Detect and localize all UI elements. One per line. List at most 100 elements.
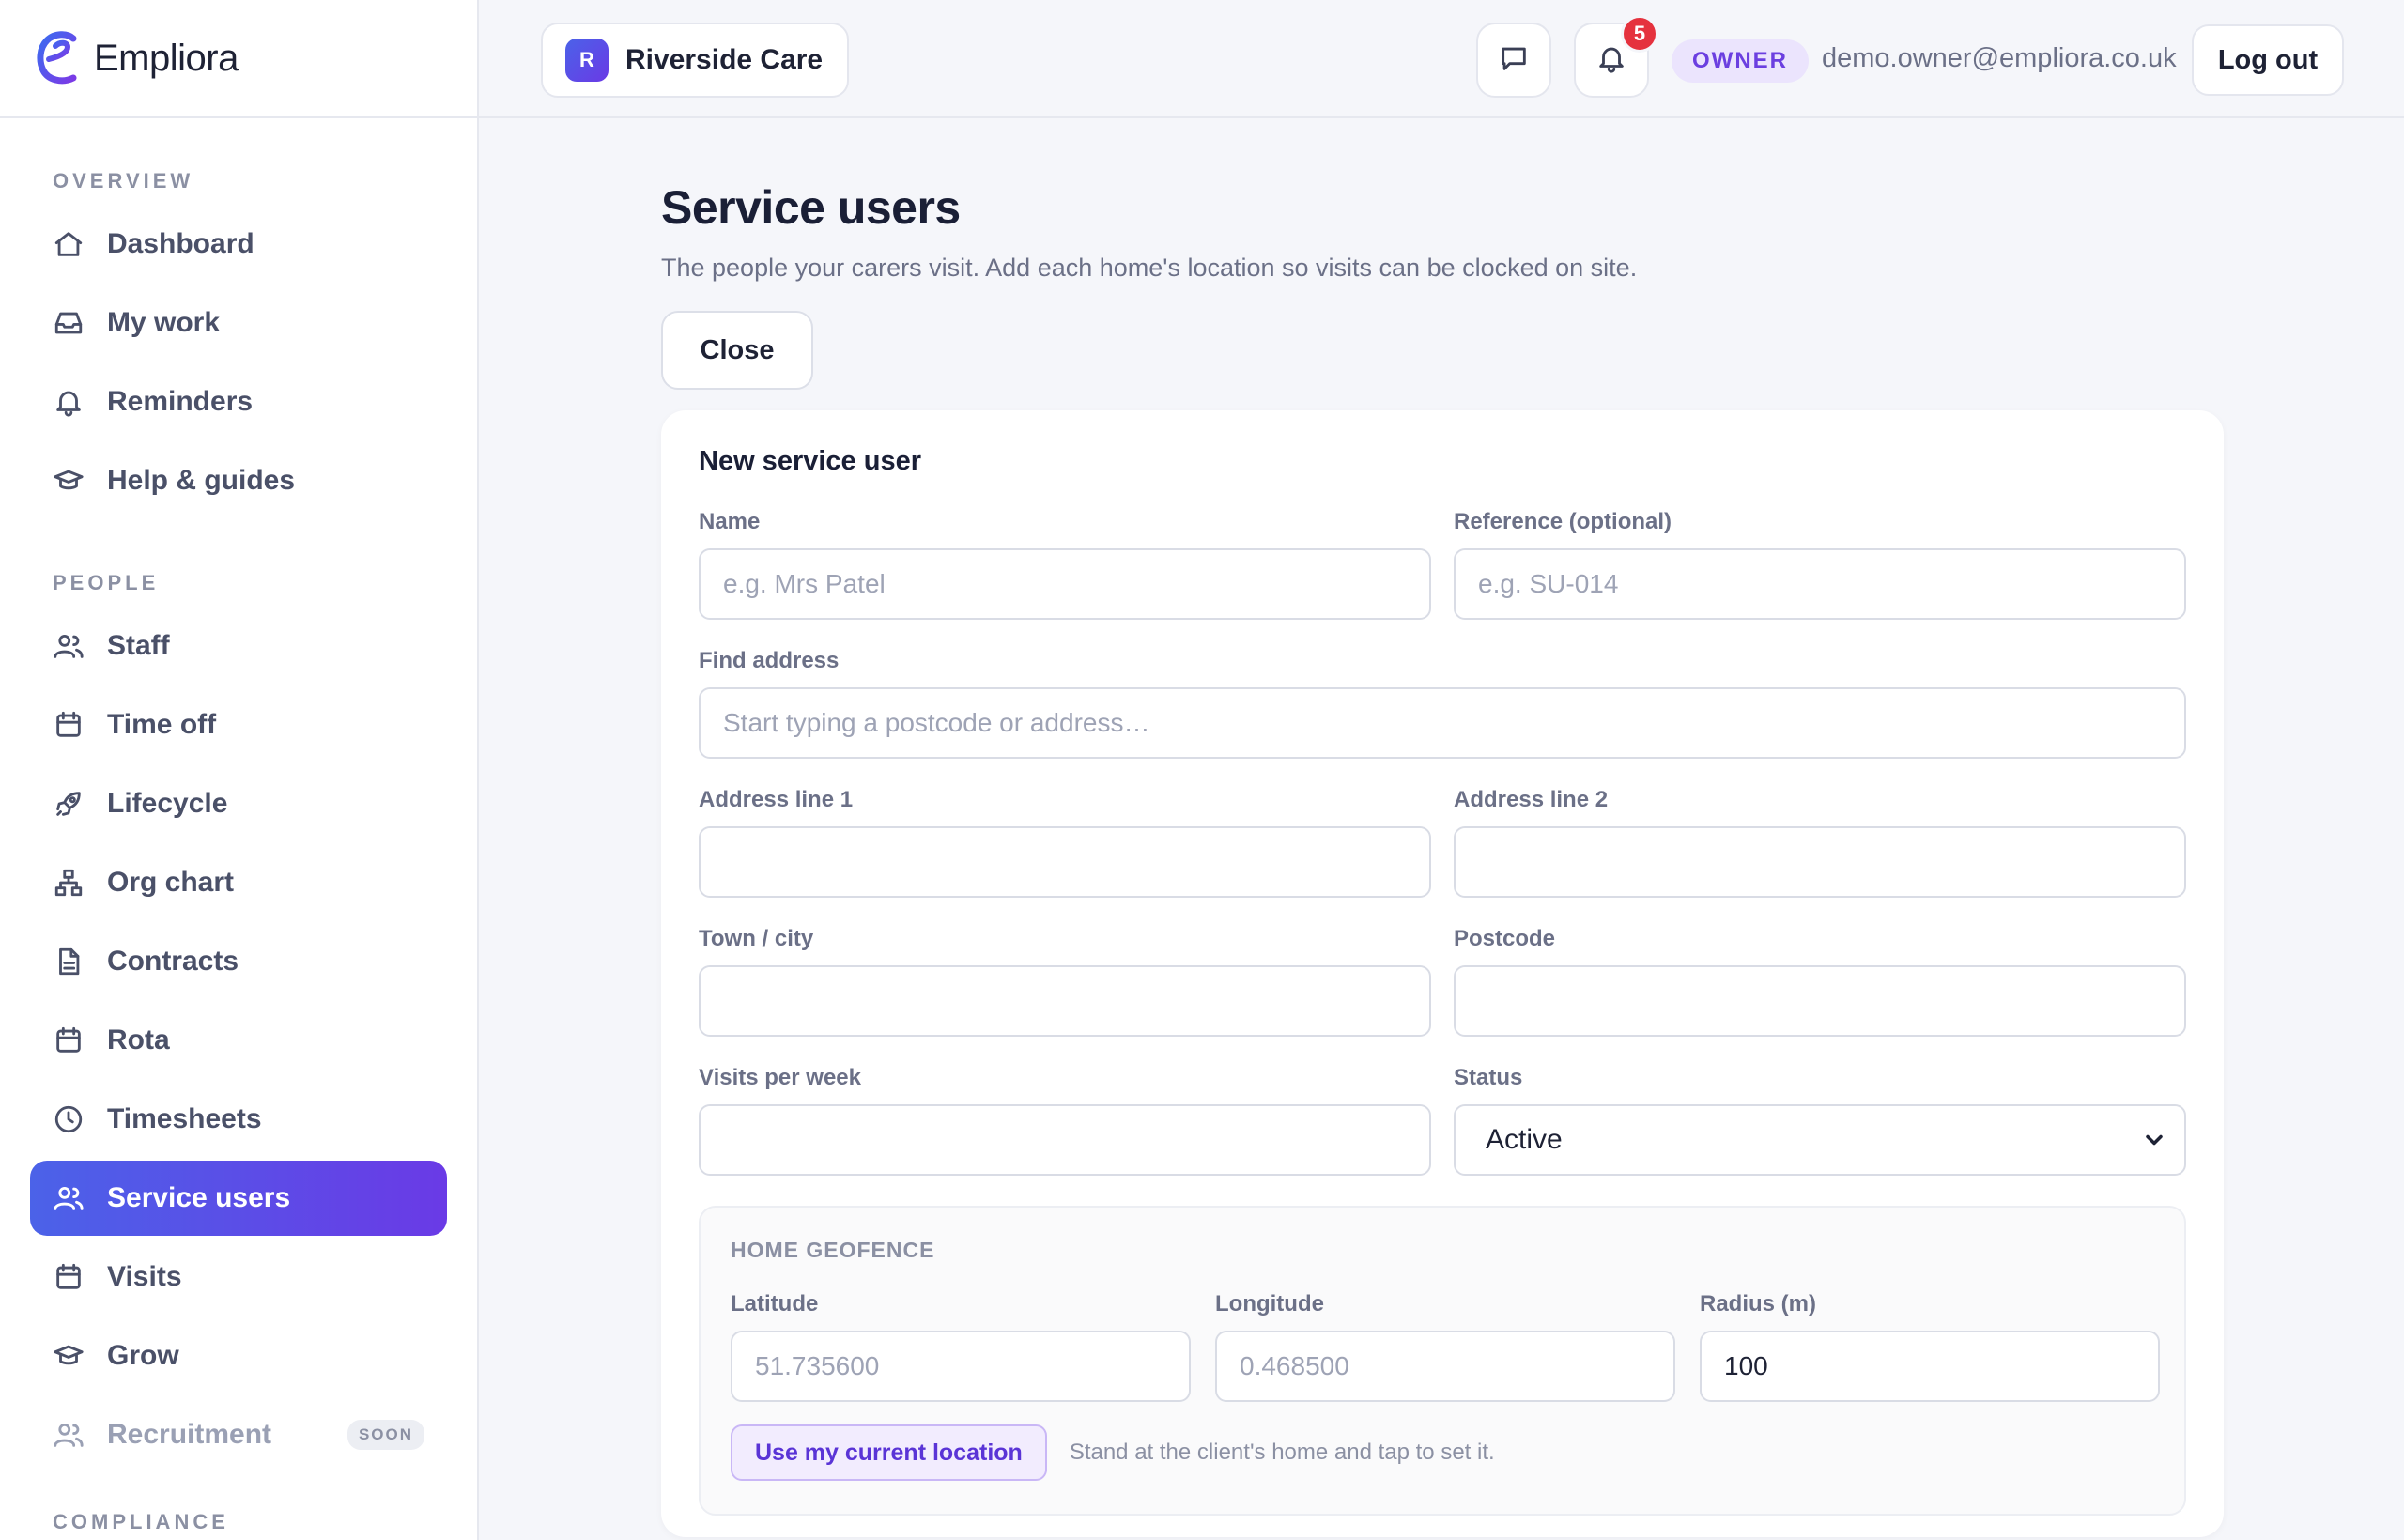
town-input[interactable] [699, 965, 1431, 1037]
use-current-location-button[interactable]: Use my current location [731, 1424, 1047, 1481]
message-icon [1498, 42, 1530, 79]
sidebar-item-dashboard[interactable]: Dashboard [30, 207, 447, 282]
latitude-input[interactable] [731, 1331, 1191, 1402]
sidebar-item-lifecycle[interactable]: Lifecycle [30, 766, 447, 841]
sidebar-item-org-chart[interactable]: Org chart [30, 845, 447, 920]
page-title: Service users [661, 181, 961, 234]
sidebar-item-contracts[interactable]: Contracts [30, 924, 447, 999]
sidebar-item-help-guides[interactable]: Help & guides [30, 443, 447, 518]
bell-icon [53, 386, 85, 418]
status-field: Status Active [1454, 1065, 2186, 1176]
sidebar-item-label: Grow [107, 1340, 179, 1371]
sidebar-item-visits[interactable]: Visits [30, 1240, 447, 1315]
reference-field: Reference (optional) [1454, 509, 2186, 620]
org-chart-icon [53, 867, 85, 899]
org-switcher[interactable]: R Riverside Care [541, 23, 850, 98]
visits-per-week-label: Visits per week [699, 1065, 861, 1090]
logout-button[interactable]: Log out [2192, 24, 2344, 96]
role-badge: OWNER [1672, 39, 1809, 83]
users-icon [53, 1419, 85, 1451]
sidebar-item-recruitment[interactable]: Recruitment SOON [30, 1397, 447, 1472]
sidebar-item-label: Rota [107, 1024, 170, 1055]
empliora-logo-icon [37, 31, 77, 85]
sidebar-item-rota[interactable]: Rota [30, 1003, 447, 1078]
postcode-field: Postcode [1454, 926, 2186, 1037]
bell-icon [1595, 42, 1627, 79]
postcode-input[interactable] [1454, 965, 2186, 1037]
sidebar-item-label: My work [107, 307, 221, 338]
users-icon [53, 1182, 85, 1214]
close-button[interactable]: Close [661, 311, 813, 390]
sidebar-item-label: Recruitment [107, 1419, 272, 1450]
form-title: New service user [699, 446, 921, 476]
soon-badge: SOON [347, 1420, 424, 1450]
sidebar-item-label: Reminders [107, 386, 254, 417]
notifications-button[interactable]: 5 [1574, 15, 1658, 98]
sidebar-item-reminders[interactable]: Reminders [30, 364, 447, 439]
brand[interactable]: Empliora [0, 0, 477, 118]
radius-field: Radius (m) [1700, 1291, 2160, 1402]
status-select-value: Active [1454, 1104, 2186, 1176]
visits-per-week-field: Visits per week [699, 1065, 1431, 1176]
longitude-input[interactable] [1215, 1331, 1675, 1402]
sidebar-item-label: Contracts [107, 946, 239, 977]
sidebar-item-service-users[interactable]: Service users [30, 1161, 447, 1236]
org-avatar: R [565, 38, 609, 82]
graduation-cap-icon [53, 1340, 85, 1372]
address-line-2-label: Address line 2 [1454, 787, 1609, 812]
main-content: Service users The people your carers vis… [661, 118, 2224, 1537]
name-label: Name [699, 509, 761, 534]
messages-button[interactable] [1476, 23, 1551, 98]
sidebar-item-label: Visits [107, 1261, 182, 1292]
home-icon [53, 228, 85, 260]
town-label: Town / city [699, 926, 814, 951]
longitude-field: Longitude [1215, 1291, 1675, 1402]
sidebar-item-staff[interactable]: Staff [30, 608, 447, 684]
find-address-input[interactable] [699, 687, 2186, 759]
address-line-1-label: Address line 1 [699, 787, 854, 812]
calendar-icon [53, 1261, 85, 1293]
radius-input[interactable] [1700, 1331, 2160, 1402]
address-line-2-field: Address line 2 [1454, 787, 2186, 898]
clock-icon [53, 1103, 85, 1135]
sidebar-item-my-work[interactable]: My work [30, 285, 447, 361]
address-line-1-input[interactable] [699, 826, 1431, 898]
address-line-2-input[interactable] [1454, 826, 2186, 898]
sidebar-item-label: Org chart [107, 867, 235, 898]
sidebar-item-time-off[interactable]: Time off [30, 687, 447, 762]
sidebar-item-label: Service users [107, 1182, 291, 1213]
notification-count-badge: 5 [1621, 15, 1658, 53]
sidebar-item-grow[interactable]: Grow [30, 1318, 447, 1394]
postcode-label: Postcode [1454, 926, 1556, 951]
sidebar-item-label: Dashboard [107, 228, 254, 259]
document-icon [53, 946, 85, 978]
status-select[interactable]: Active [1454, 1104, 2186, 1176]
sidebar-item-label: Timesheets [107, 1103, 262, 1134]
nav-section-people: PEOPLE [53, 571, 160, 594]
sidebar: Empliora OVERVIEW Dashboard My work Remi… [0, 0, 479, 1540]
home-geofence-panel: HOME GEOFENCE Latitude Longitude Radius … [699, 1206, 2186, 1516]
reference-input[interactable] [1454, 548, 2186, 620]
users-icon [53, 630, 85, 662]
calendar-icon [53, 709, 85, 741]
nav-section-compliance: COMPLIANCE [53, 1510, 229, 1533]
reference-label: Reference (optional) [1454, 509, 1672, 534]
org-name: Riverside Care [625, 44, 824, 75]
name-input[interactable] [699, 548, 1431, 620]
sidebar-item-label: Time off [107, 709, 217, 740]
find-address-field: Find address [699, 648, 2186, 759]
town-field: Town / city [699, 926, 1431, 1037]
nav-section-overview: OVERVIEW [53, 169, 194, 192]
find-address-label: Find address [699, 648, 840, 673]
status-label: Status [1454, 1065, 1523, 1090]
sidebar-item-label: Help & guides [107, 465, 296, 496]
radius-label: Radius (m) [1700, 1291, 1817, 1317]
sidebar-item-timesheets[interactable]: Timesheets [30, 1082, 447, 1157]
visits-per-week-input[interactable] [699, 1104, 1431, 1176]
name-field: Name [699, 509, 1431, 620]
sidebar-item-label: Staff [107, 630, 170, 661]
brand-name: Empliora [94, 37, 239, 79]
geofence-hint: Stand at the client's home and tap to se… [1069, 1440, 1495, 1465]
rocket-icon [53, 788, 85, 820]
longitude-label: Longitude [1215, 1291, 1324, 1317]
